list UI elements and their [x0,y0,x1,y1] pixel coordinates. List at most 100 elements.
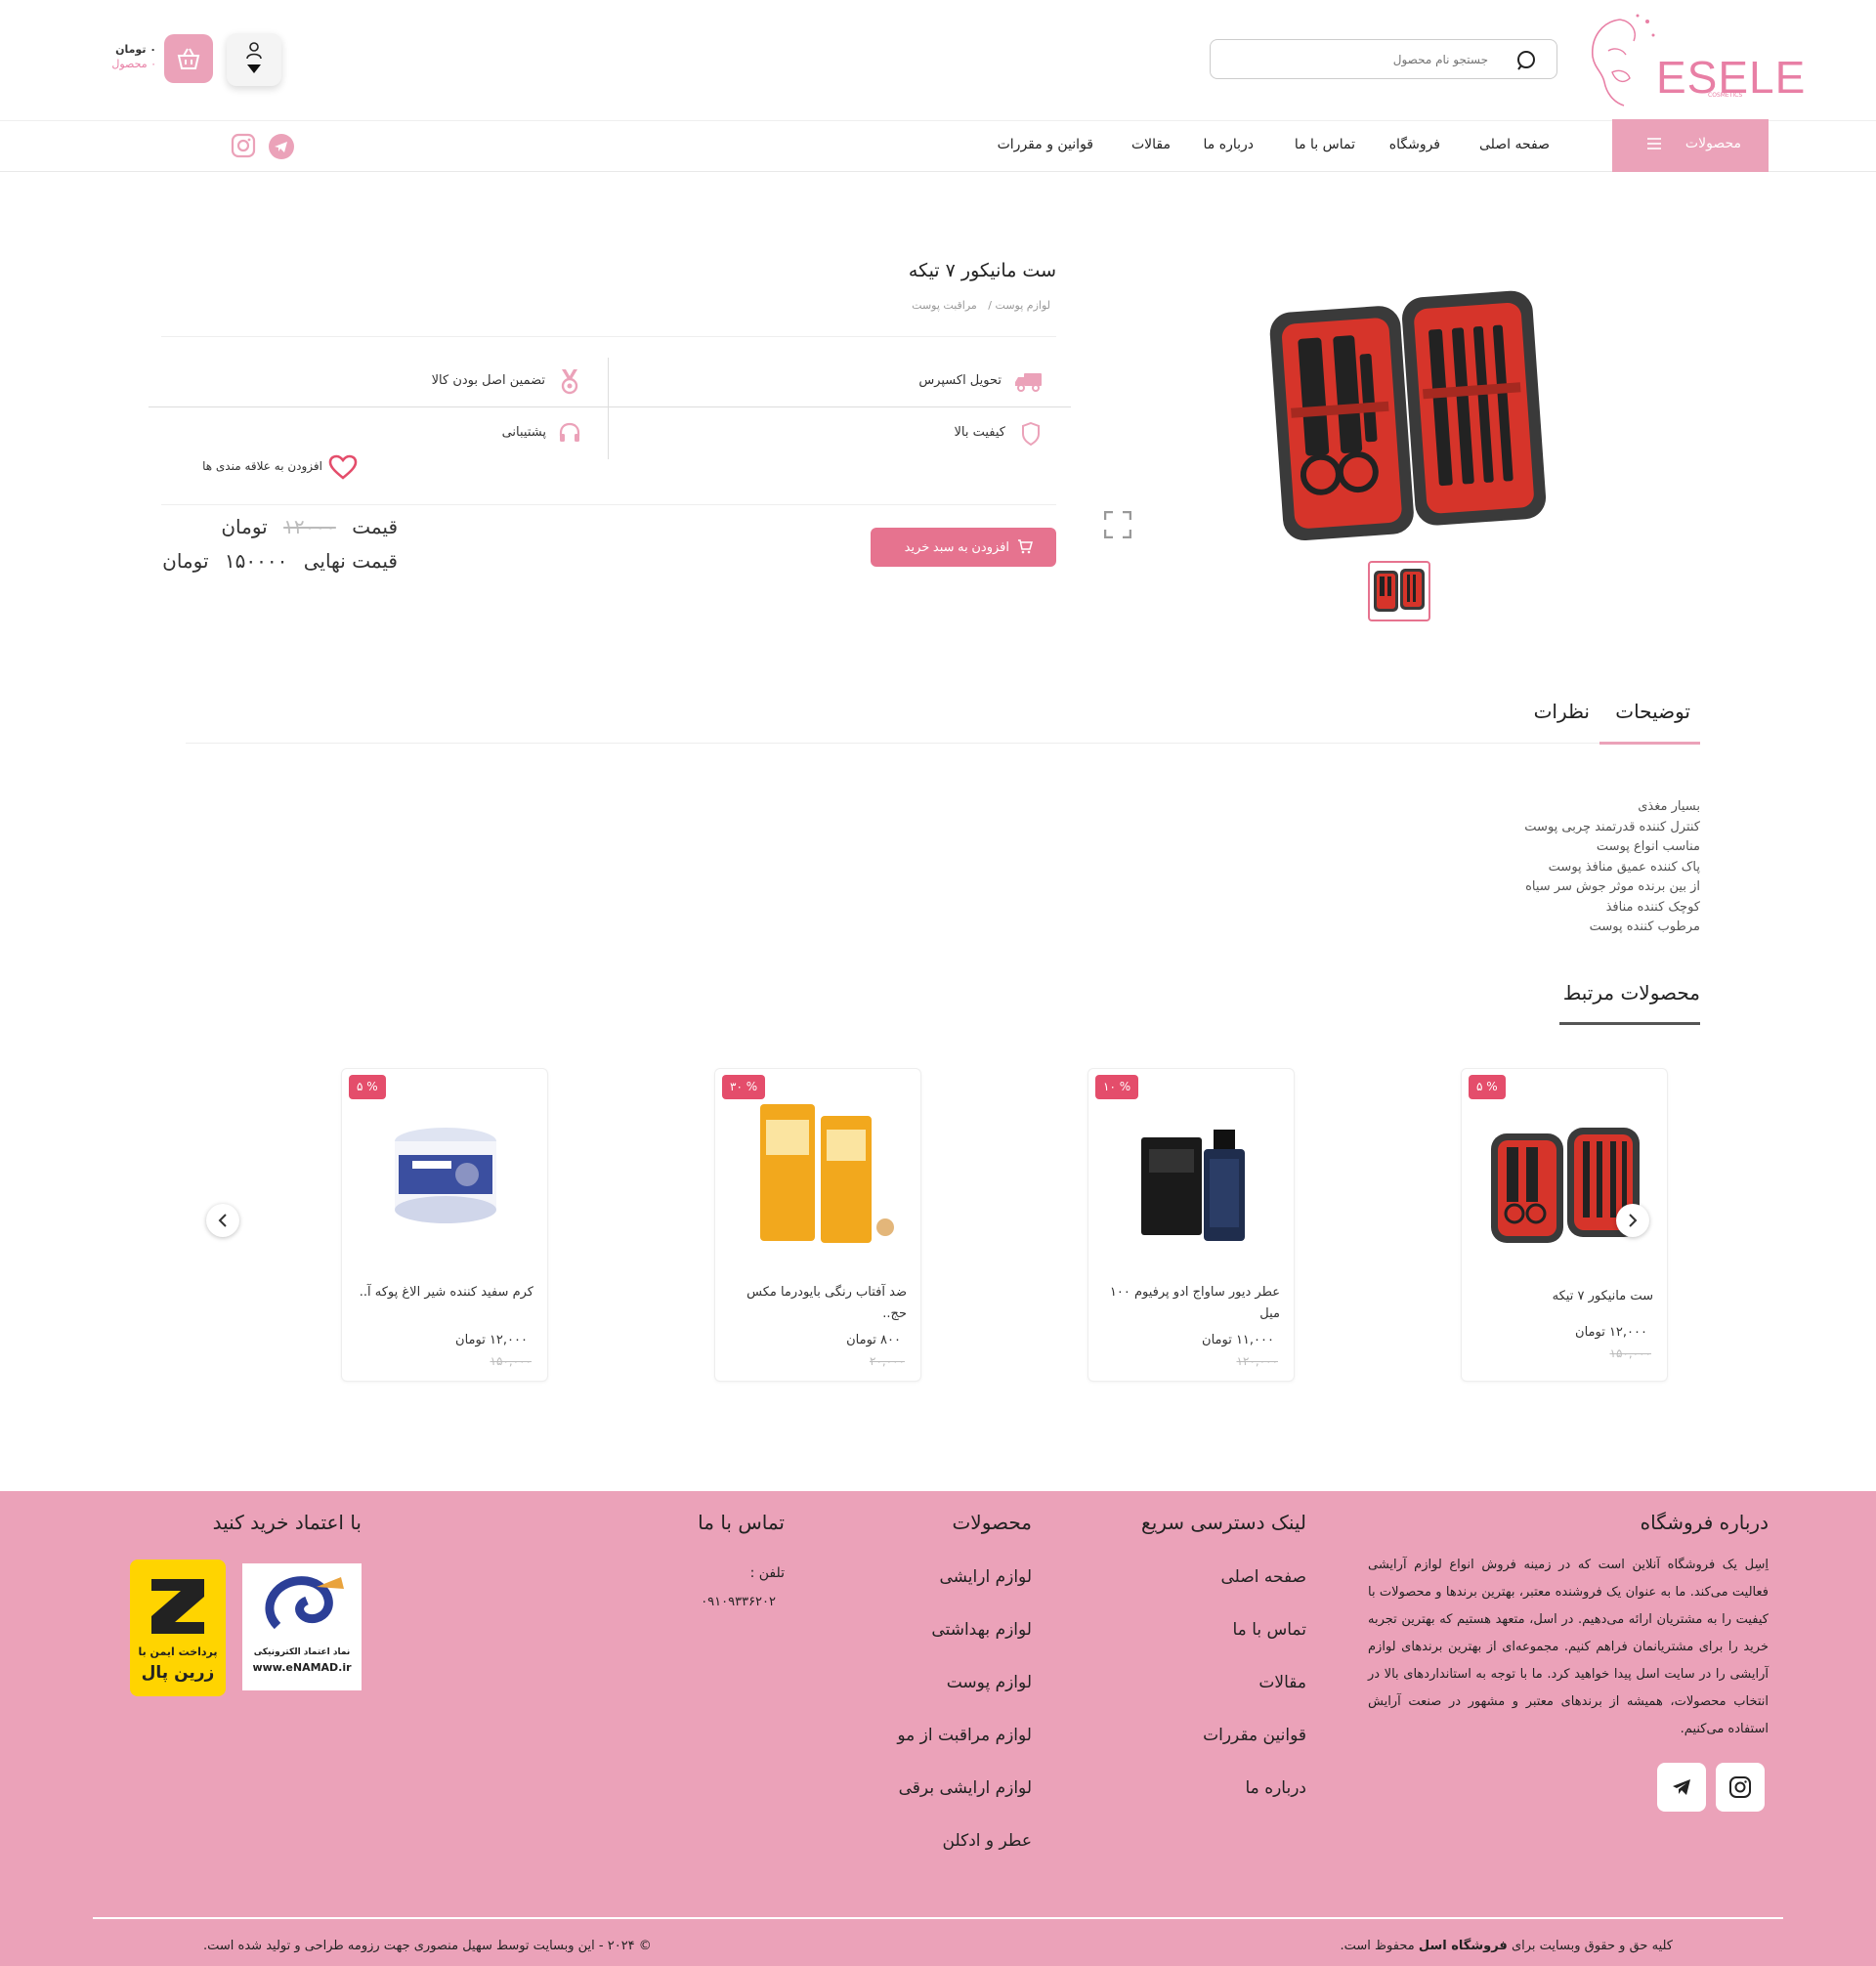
footer-telegram-button[interactable] [1657,1763,1706,1812]
feature-divider [149,406,1071,407]
footer-instagram-button[interactable] [1716,1763,1765,1812]
price-row: قیمت ۱۲۰۰۰ تومان [221,515,398,538]
brand-tagline: COSMETICS [1708,92,1743,99]
main-nav: محصولات صفحه اصلی فروشگاه تماس با ما درب… [0,119,1876,172]
nav-products-label: محصولات [1684,136,1741,151]
copyright-store[interactable]: فروشگاه اسل [1419,1939,1508,1953]
product-card[interactable]: ۳۰ % ضد آفتاب رنگی بایودرما مکس حج.. ۸۰۰… [714,1068,921,1382]
truck-icon [1014,371,1044,397]
zarinpal-caption: پرداخت ایمن با [138,1645,218,1658]
price-old: ۱۲۰۰۰ [283,515,336,538]
nav-item-rules[interactable]: قوانین و مقررات [998,137,1093,152]
footer-link-perfume[interactable]: عطر و ادکلن [943,1831,1032,1851]
footer-link-cosmetics[interactable]: لوازم ارایشی [939,1567,1032,1587]
footer-link-articles[interactable]: مقالات [1258,1673,1306,1692]
tab-description[interactable]: توضیحات [1615,700,1690,723]
nav-item-shop[interactable]: فروشگاه [1389,137,1440,152]
footer-credit: © ۲۰۲۴ - این وبسایت توسط سهیل منصوری جهت… [203,1939,652,1953]
product-card-image[interactable] [731,1090,907,1266]
feature-divider-v [608,358,609,459]
zarinpal-logo-icon [151,1579,204,1634]
nav-item-contact[interactable]: تماس با ما [1295,137,1355,152]
nav-item-about[interactable]: درباره ما [1204,137,1254,152]
breadcrumb-separator: / [988,299,993,312]
fullscreen-icon[interactable] [1103,510,1132,542]
footer-link-electric[interactable]: لوازم ارایشی برقی [899,1778,1032,1798]
product-card-old-price: ۱۵۰,۰۰۰ [490,1354,533,1368]
product-thumbnail[interactable] [1368,561,1430,621]
description-line: کوچک کننده منافذ [1605,899,1700,915]
search-icon[interactable] [1515,49,1539,72]
description-line: بسیار مغذی [1638,799,1700,814]
hamburger-icon [1647,137,1661,150]
search-box[interactable] [1210,39,1557,79]
product-card-old-price: ۱۵۰,۰۰۰ [1609,1346,1652,1360]
search-input[interactable] [1254,50,1488,69]
footer-quick-title: لینک دسترسی سریع [1141,1511,1306,1534]
product-card-name[interactable]: عطر دیور ساواج ادو پرفیوم ۱۰۰ میل [1104,1282,1280,1325]
product-main-image[interactable] [1249,283,1550,552]
footer-products-title: محصولات [952,1511,1032,1534]
final-price-value: ۱۵۰۰۰۰ [224,549,288,573]
active-tab-indicator [1599,742,1700,745]
cart-count: ۰ محصول [111,58,156,70]
enamad-text: نماد اعتماد الکترونیکی [253,1647,351,1657]
tab-reviews[interactable]: نظرات [1534,700,1590,723]
wishlist-button[interactable]: افزودن به علاقه مندی ها [202,454,358,480]
breadcrumb-item[interactable]: لوازم پوست [996,299,1050,312]
nav-item-home[interactable]: صفحه اصلی [1479,137,1550,152]
breadcrumb: لوازم پوست / مراقبت پوست [912,299,1050,312]
footer-link-contact[interactable]: تماس با ما [1233,1620,1307,1640]
copyright-post: محفوظ است. [1340,1939,1415,1953]
footer-link-rules[interactable]: قوانین مقررات [1203,1726,1306,1745]
product-card-name[interactable]: ضد آفتاب رنگی بایودرما مکس حج.. [731,1282,907,1325]
carousel-prev-button[interactable] [206,1204,239,1237]
basket-icon [177,48,200,69]
enamad-badge[interactable]: نماد اعتماد الکترونیکی www.eNAMAD.ir [242,1563,362,1690]
nav-products-menu[interactable]: محصولات [1612,119,1769,172]
footer-trust-title: با اعتماد خرید کنید [212,1511,362,1534]
description-line: کنترل کننده قدرتمند چربی پوست [1524,819,1700,834]
add-to-cart-button[interactable]: افزودن به سبد خرید [871,528,1056,567]
add-to-cart-label: افزودن به سبد خرید [904,539,1009,554]
footer-link-skin[interactable]: لوازم پوست [947,1673,1032,1692]
zarinpal-badge[interactable]: پرداخت ایمن با زرین پال [130,1560,226,1696]
feature-support: پشتیبانی [501,425,546,440]
product-title: ست مانیکور ۷ تیکه [908,260,1056,281]
product-card-image[interactable] [1477,1090,1653,1266]
product-card[interactable]: ۱۰ % عطر دیور ساواج ادو پرفیوم ۱۰۰ میل ۱… [1087,1068,1295,1382]
description-line: مناسب انواع پوست [1596,839,1700,854]
description-list: بسیار مغذی کنترل کننده قدرتمند چربی پوست… [1309,797,1700,938]
footer-phone[interactable]: ۰۹۱۰۹۳۳۶۲۰۲ [701,1595,776,1609]
product-card[interactable]: ۵ % کرم سفید کننده شیر الاغ پوکه آ.. ۱۲,… [341,1068,548,1382]
cart-button[interactable] [164,34,213,83]
nav-item-articles[interactable]: مقالات [1131,137,1171,152]
footer-copyright: کلیه حق و حقوق وبسایت برای فروشگاه اسل م… [1341,1939,1674,1953]
footer-divider [93,1917,1783,1919]
footer-link-about[interactable]: درباره ما [1246,1778,1307,1798]
carousel-next-button[interactable] [1616,1204,1649,1237]
breadcrumb-item[interactable]: مراقبت پوست [912,299,977,312]
footer-phone-label: تلفن : [749,1565,785,1581]
site-logo[interactable]: ESELE COSMETICS [1583,12,1805,109]
product-card-image[interactable] [358,1090,533,1266]
product-card-old-price: ۲۰,۰۰۰ [869,1354,905,1368]
telegram-icon [1673,1779,1690,1795]
footer-link-hair[interactable]: لوازم مراقبت از مو [897,1726,1032,1745]
description-line: مرطوب کننده پوست [1589,919,1700,934]
footer-about-title: درباره فروشگاه [1640,1511,1769,1534]
description-line: پاک کننده عمیق منافذ پوست [1548,859,1700,875]
instagram-icon[interactable] [231,133,256,162]
footer-link-home[interactable]: صفحه اصلی [1221,1567,1306,1587]
feature-original: تضمین اصل بودن کالا [431,373,545,388]
product-card-name[interactable]: ست مانیکور ۷ تیکه [1477,1286,1653,1307]
footer-link-hygiene[interactable]: لوازم بهداشتی [931,1620,1032,1640]
user-menu-button[interactable] [227,33,281,86]
product-card-image[interactable] [1104,1090,1280,1266]
telegram-icon[interactable] [268,133,295,164]
final-price-row: قیمت نهایی ۱۵۰۰۰۰ تومان [162,549,398,573]
final-price-label: قیمت نهایی [303,549,398,573]
related-title-underline [1559,1022,1700,1025]
description-line: از بین برنده موثر جوش سر سیاه [1525,879,1700,894]
product-card-name[interactable]: کرم سفید کننده شیر الاغ پوکه آ.. [358,1282,533,1304]
